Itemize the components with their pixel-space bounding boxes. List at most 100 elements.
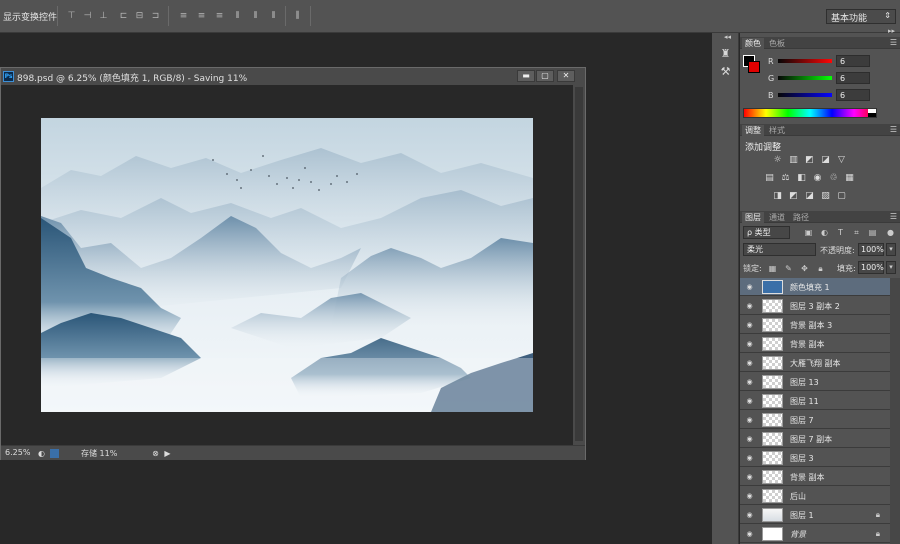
expand-icon[interactable]: ▸▸ xyxy=(888,27,895,35)
close-button[interactable]: ✕ xyxy=(557,70,575,82)
lock-position-icon[interactable]: ✥ xyxy=(800,264,809,273)
b-value-field[interactable]: 6 xyxy=(836,89,870,101)
fill-field[interactable]: 100% xyxy=(858,261,884,274)
lock-transparent-icon[interactable]: ▦ xyxy=(768,264,777,273)
g-slider[interactable] xyxy=(778,76,832,80)
tab-color[interactable]: 颜色 xyxy=(742,38,764,49)
visibility-eye-icon[interactable]: ◉ xyxy=(745,397,754,405)
tab-swatches[interactable]: 色板 xyxy=(766,38,788,49)
layer-row[interactable]: ◉ 背景 副本 xyxy=(740,468,890,486)
filter-smart-object-icon[interactable]: ▤ xyxy=(868,228,877,237)
lock-image-icon[interactable]: ✎ xyxy=(784,264,793,273)
collapse-icon[interactable]: ◂◂ xyxy=(724,33,731,41)
visibility-eye-icon[interactable]: ◉ xyxy=(745,530,754,538)
maximize-button[interactable]: ▢ xyxy=(536,70,554,82)
align-left-icon[interactable]: ⊏ xyxy=(118,11,129,21)
visibility-eye-icon[interactable]: ◉ xyxy=(745,416,754,424)
r-value-field[interactable]: 6 xyxy=(836,55,870,67)
visibility-eye-icon[interactable]: ◉ xyxy=(745,473,754,481)
tab-adjustments[interactable]: 调整 xyxy=(742,125,764,136)
levels-icon[interactable]: ▥ xyxy=(788,155,799,165)
layer-row[interactable]: ◉ 背景 副本 3 xyxy=(740,316,890,334)
visibility-eye-icon[interactable]: ◉ xyxy=(745,321,754,329)
tab-paths[interactable]: 路径 xyxy=(790,212,812,223)
distribute-bottom-icon[interactable]: ≡ xyxy=(214,11,225,21)
show-transform-controls-label[interactable]: 显示变换控件 xyxy=(3,10,57,23)
auto-align-icon[interactable]: ⫼ xyxy=(292,11,303,21)
scrollbar-thumb[interactable] xyxy=(575,87,583,441)
filter-toggle-icon[interactable]: ● xyxy=(886,228,895,237)
visibility-eye-icon[interactable]: ◉ xyxy=(745,340,754,348)
background-color-swatch[interactable] xyxy=(748,61,760,73)
channel-mixer-icon[interactable]: ♲ xyxy=(828,173,839,183)
cancel-icon[interactable]: ⊗ xyxy=(151,449,160,458)
layer-row[interactable]: ◉ 背景 副本 xyxy=(740,335,890,353)
canvas-area[interactable] xyxy=(1,85,573,445)
black-white-icon[interactable]: ◧ xyxy=(796,173,807,183)
layer-kind-filter[interactable]: ρ 类型 xyxy=(743,226,790,239)
invert-icon[interactable]: ◨ xyxy=(772,191,783,201)
tab-channels[interactable]: 通道 xyxy=(766,212,788,223)
opacity-field[interactable]: 100% xyxy=(858,243,884,256)
posterize-icon[interactable]: ◩ xyxy=(788,191,799,201)
vibrance-icon[interactable]: ▽ xyxy=(836,155,847,165)
layer-row[interactable]: ◉ 图层 11 xyxy=(740,392,890,410)
exposure-icon[interactable]: ◪ xyxy=(820,155,831,165)
layer-name[interactable]: 背景 副本 xyxy=(790,472,825,483)
layers-scrollbar[interactable] xyxy=(890,278,900,544)
layer-name[interactable]: 图层 3 副本 2 xyxy=(790,301,840,312)
visibility-eye-icon[interactable]: ◉ xyxy=(745,492,754,500)
layer-name[interactable]: 图层 1 xyxy=(790,510,814,521)
document-title-bar[interactable]: Ps 898.psd @ 6.25% (颜色填充 1, RGB/8) - Sav… xyxy=(1,68,585,85)
distribute-hcenter-icon[interactable]: ⫴ xyxy=(250,11,261,21)
photo-filter-icon[interactable]: ◉ xyxy=(812,173,823,183)
layer-name[interactable]: 背景 副本 3 xyxy=(790,320,832,331)
layer-name[interactable]: 图层 7 副本 xyxy=(790,434,832,445)
workspace-select[interactable]: 基本功能 ⇕ xyxy=(826,9,896,24)
panel-menu-icon[interactable]: ☰ xyxy=(890,38,897,47)
layer-name[interactable]: 图层 13 xyxy=(790,377,819,388)
tab-layers[interactable]: 图层 xyxy=(742,212,764,223)
g-value-field[interactable]: 6 xyxy=(836,72,870,84)
distribute-vcenter-icon[interactable]: ≡ xyxy=(196,11,207,21)
brightness-icon[interactable]: ☼ xyxy=(772,155,783,165)
visibility-eye-icon[interactable]: ◉ xyxy=(745,302,754,310)
opacity-dropdown-icon[interactable]: ▾ xyxy=(886,243,896,256)
layer-row[interactable]: ◉ 图层 3 xyxy=(740,449,890,467)
layer-row[interactable]: ◉ 后山 xyxy=(740,487,890,505)
tool-presets-icon[interactable]: ♜ xyxy=(719,47,732,60)
filter-shape-icon[interactable]: ⌗ xyxy=(852,228,861,237)
layer-row[interactable]: ◉ 图层 7 xyxy=(740,411,890,429)
panel-menu-icon[interactable]: ☰ xyxy=(890,125,897,134)
layer-row[interactable]: ◉ 大雁飞翔 副本 xyxy=(740,354,890,372)
visibility-eye-icon[interactable]: ◉ xyxy=(745,359,754,367)
hue-saturation-icon[interactable]: ▤ xyxy=(764,173,775,183)
layer-row[interactable]: ◉ 图层 3 副本 2 xyxy=(740,297,890,315)
zoom-level[interactable]: 6.25% xyxy=(5,448,30,457)
layer-name[interactable]: 图层 11 xyxy=(790,396,819,407)
layer-name[interactable]: 图层 3 xyxy=(790,453,814,464)
lock-all-icon[interactable]: 🔒︎ xyxy=(816,264,825,273)
color-lookup-icon[interactable]: ▦ xyxy=(844,173,855,183)
visibility-eye-icon[interactable]: ◉ xyxy=(745,454,754,462)
status-info-icon[interactable]: ◐ xyxy=(37,449,46,458)
selective-color-icon[interactable]: ▢ xyxy=(836,191,847,201)
artwork-canvas[interactable] xyxy=(41,118,533,412)
layer-name[interactable]: 颜色填充 1 xyxy=(790,282,830,293)
brush-icon[interactable]: ⚒ xyxy=(719,65,732,78)
panel-menu-icon[interactable]: ☰ xyxy=(890,212,897,221)
tab-styles[interactable]: 样式 xyxy=(766,125,788,136)
layer-row[interactable]: ◉ 图层 7 副本 xyxy=(740,430,890,448)
curves-icon[interactable]: ◩ xyxy=(804,155,815,165)
distribute-left-icon[interactable]: ⫴ xyxy=(232,11,243,21)
align-hcenter-icon[interactable]: ⊟ xyxy=(134,11,145,21)
b-slider[interactable] xyxy=(778,93,832,97)
layer-row[interactable]: ◉ 颜色填充 1 xyxy=(740,278,890,296)
distribute-right-icon[interactable]: ⫴ xyxy=(268,11,279,21)
layer-name[interactable]: 大雁飞翔 副本 xyxy=(790,358,841,369)
threshold-icon[interactable]: ◪ xyxy=(804,191,815,201)
fill-dropdown-icon[interactable]: ▾ xyxy=(886,261,896,274)
black-white-swatch[interactable] xyxy=(868,109,876,117)
layer-row[interactable]: ◉ 图层 13 xyxy=(740,373,890,391)
visibility-eye-icon[interactable]: ◉ xyxy=(745,511,754,519)
